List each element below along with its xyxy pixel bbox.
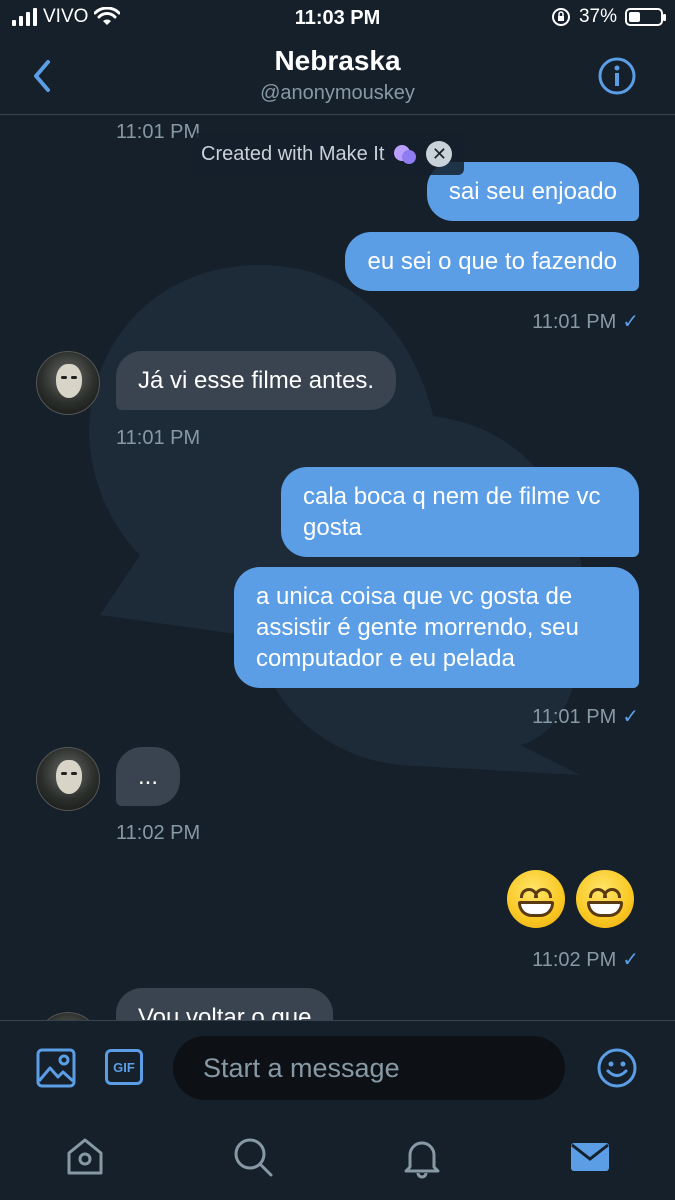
outgoing-message[interactable]: eu sei o que to fazendo [345, 232, 639, 291]
smiley-icon[interactable] [596, 1047, 638, 1089]
gif-button[interactable]: GIF [105, 1049, 143, 1085]
make-it-watermark: Created with Make It ✕ [193, 133, 465, 175]
incoming-message[interactable]: ... [116, 747, 181, 806]
bottom-tab-bar [0, 1115, 675, 1200]
message-timestamp: 11:01 PM [116, 427, 201, 449]
close-icon[interactable]: ✕ [426, 141, 453, 167]
incoming-message[interactable]: Vou voltar o que [116, 988, 334, 1020]
chat-bubbles-icon [394, 145, 417, 164]
check-icon: ✓ [622, 949, 639, 971]
image-icon[interactable] [36, 1048, 76, 1088]
battery-group: 37% [551, 6, 666, 28]
check-icon: ✓ [622, 311, 639, 333]
avatar[interactable] [36, 747, 100, 811]
check-icon: ✓ [622, 706, 639, 728]
outgoing-message[interactable]: a unica coisa que vc gosta de assistir é… [234, 567, 639, 688]
status-bar: VIVO 11:03 PM 37% [0, 0, 675, 40]
battery-icon [625, 8, 666, 26]
conversation-header: Nebraska @anonymouskey [0, 40, 675, 115]
avatar[interactable] [36, 1012, 100, 1020]
contact-handle[interactable]: @anonymouskey [0, 82, 675, 105]
avatar[interactable] [36, 351, 100, 415]
bell-icon[interactable] [400, 1135, 444, 1179]
home-icon[interactable] [63, 1135, 107, 1179]
watermark-text: Created with Make It [201, 142, 385, 165]
grinning-face-icon [576, 870, 634, 928]
message-list[interactable]: Created with Make It ✕ 11:01 PM sai seu … [0, 115, 675, 1020]
orientation-lock-icon [551, 8, 570, 26]
search-icon[interactable] [231, 1135, 275, 1179]
message-input[interactable]: Start a message [173, 1036, 565, 1100]
message-timestamp: 11:01 PM ✓ [532, 311, 639, 333]
outgoing-message[interactable]: cala boca q nem de filme vc gosta [281, 467, 639, 557]
message-timestamp: 11:02 PM [116, 822, 201, 844]
grinning-face-icon [507, 870, 565, 928]
message-timestamp: 11:02 PM ✓ [532, 949, 639, 971]
message-composer: GIF Start a message [0, 1020, 675, 1116]
contact-name[interactable]: Nebraska [0, 45, 675, 77]
message-timestamp: 11:01 PM [116, 121, 201, 143]
battery-percent: 37% [578, 6, 617, 27]
incoming-message[interactable]: Já vi esse filme antes. [116, 351, 397, 410]
info-icon[interactable] [597, 56, 637, 96]
message-timestamp: 11:01 PM ✓ [532, 706, 639, 728]
mail-icon[interactable] [568, 1135, 612, 1179]
